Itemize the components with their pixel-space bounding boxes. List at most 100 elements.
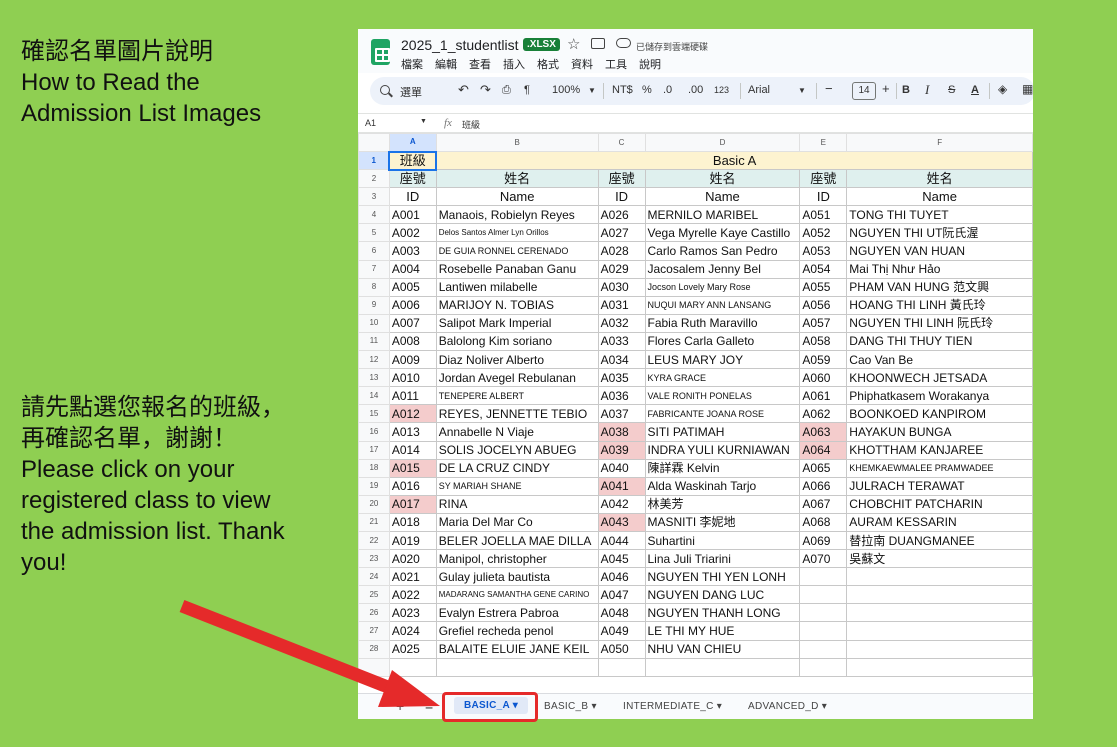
name-cell[interactable]: AURAM KESSARIN (846, 512, 1033, 532)
menu-edit[interactable]: 編輯 (435, 56, 457, 72)
currency-button[interactable]: NT$ (612, 84, 633, 96)
name-cell[interactable]: NGUYEN THI YEN LONH (644, 567, 801, 587)
name-cell[interactable]: MADARANG SAMANTHA GENE CARINO (435, 585, 599, 605)
row-number[interactable]: 14 (358, 386, 390, 406)
row-number[interactable]: 11 (358, 331, 390, 352)
name-cell[interactable]: SOLIS JOCELYN ABUEG (435, 440, 599, 460)
id-cell[interactable]: A064 (799, 440, 848, 460)
text-color-button[interactable]: A (971, 84, 979, 96)
row-number[interactable]: 3 (358, 187, 390, 207)
id-cell[interactable]: A060 (799, 368, 848, 388)
all-sheets-button[interactable]: ≡ (425, 697, 433, 713)
name-cell[interactable] (846, 639, 1033, 659)
id-en-header[interactable]: ID (597, 187, 646, 207)
seat-zh-header[interactable]: 座號 (799, 169, 848, 189)
id-cell[interactable]: A023 (388, 603, 437, 623)
id-cell[interactable]: A024 (388, 621, 437, 641)
menu-format[interactable]: 格式 (537, 56, 559, 72)
row-number[interactable]: 23 (358, 549, 390, 569)
id-cell[interactable]: A007 (388, 313, 437, 333)
name-cell[interactable]: Maria Del Mar Co (435, 512, 599, 532)
name-cell[interactable]: FABRICANTE JOANA ROSE (644, 404, 801, 424)
name-cell[interactable]: Manaois, Robielyn Reyes (435, 205, 599, 225)
id-cell[interactable]: A053 (799, 241, 848, 261)
name-cell[interactable]: INDRA YULI KURNIAWAN (644, 440, 801, 460)
name-cell[interactable]: Jordan Avegel Rebulanan (435, 368, 599, 388)
name-cell[interactable]: TONG THI TUYET (846, 205, 1033, 225)
name-cell[interactable]: Carlo Ramos San Pedro (644, 241, 801, 261)
name-cell[interactable]: Cao Van Be (846, 350, 1033, 370)
name-cell[interactable]: Mai Thị Như Hảo (846, 259, 1033, 279)
id-cell[interactable]: A031 (597, 295, 646, 315)
empty-cell[interactable] (597, 657, 646, 677)
id-cell[interactable]: A051 (799, 205, 848, 225)
menu-tools[interactable]: 工具 (605, 56, 627, 72)
name-cell[interactable]: Fabia Ruth Maravillo (644, 313, 801, 333)
id-cell[interactable]: A026 (597, 205, 646, 225)
row-number[interactable]: 4 (358, 205, 390, 225)
name-cell[interactable]: Phiphatkasem Worakanya (846, 386, 1033, 406)
name-en-header[interactable]: Name (846, 187, 1033, 207)
font-size-input[interactable]: 14 (852, 82, 876, 100)
name-cell[interactable]: RINA (435, 494, 599, 514)
name-cell[interactable]: NHU VAN CHIEU (644, 639, 801, 659)
row-number[interactable]: 2 (358, 169, 390, 189)
name-zh-header[interactable]: 姓名 (435, 169, 599, 189)
name-cell[interactable]: BALAITE ELUIE JANE KEIL (435, 639, 599, 659)
name-cell[interactable]: NGUYEN THANH LONG (644, 603, 801, 623)
name-cell[interactable]: DANG THI THUY TIEN (846, 331, 1033, 352)
name-cell[interactable]: REYES, JENNETTE TEBIO (435, 404, 599, 424)
menus-search[interactable]: 選單 (400, 84, 422, 100)
name-cell[interactable] (846, 585, 1033, 605)
name-cell[interactable]: Vega Myrelle Kaye Castillo (644, 223, 801, 243)
font-size-decrease[interactable]: − (825, 81, 833, 96)
bold-button[interactable]: B (902, 84, 910, 96)
id-cell[interactable]: A022 (388, 585, 437, 605)
name-cell[interactable]: Grefiel recheda penol (435, 621, 599, 641)
name-cell[interactable]: KHEMKAEWMALEE PRAMWADEE (846, 458, 1033, 478)
id-cell[interactable]: A057 (799, 313, 848, 333)
redo-icon[interactable]: ↷ (480, 82, 491, 98)
id-cell[interactable]: A034 (597, 350, 646, 370)
row-number[interactable]: 26 (358, 603, 390, 623)
name-cell[interactable]: NGUYEN DANG LUC (644, 585, 801, 605)
select-all-corner[interactable] (358, 133, 390, 152)
name-cell[interactable]: Jacosalem Jenny Bel (644, 259, 801, 279)
row-number[interactable]: 5 (358, 223, 390, 243)
id-cell[interactable]: A027 (597, 223, 646, 243)
row-number[interactable]: 16 (358, 422, 390, 442)
id-cell[interactable]: A016 (388, 476, 437, 496)
name-cell[interactable]: DE GUIA RONNEL CERENADO (435, 241, 599, 261)
id-cell[interactable]: A019 (388, 530, 437, 551)
column-header-b[interactable]: B (435, 133, 599, 152)
id-cell[interactable]: A011 (388, 386, 437, 406)
number-format-button[interactable]: 123 (714, 85, 729, 95)
column-header-f[interactable]: F (846, 133, 1033, 152)
id-cell[interactable]: A036 (597, 386, 646, 406)
paint-format-icon[interactable]: ¶ (524, 84, 530, 96)
id-cell[interactable]: A044 (597, 530, 646, 551)
id-cell[interactable]: A021 (388, 567, 437, 587)
id-cell[interactable]: A043 (597, 512, 646, 532)
id-cell[interactable]: A037 (597, 404, 646, 424)
id-cell[interactable]: A033 (597, 331, 646, 352)
name-zh-header[interactable]: 姓名 (644, 169, 801, 189)
name-cell[interactable]: MARIJOY N. TOBIAS (435, 295, 599, 315)
name-cell[interactable]: NGUYEN THI UT阮氏渥 (846, 223, 1033, 243)
font-select[interactable]: Arial (748, 84, 770, 96)
cloud-saved-icon[interactable] (616, 38, 631, 48)
name-cell[interactable]: KYRA GRACE (644, 368, 801, 388)
name-cell[interactable]: HOANG THI LINH 黃氏玲 (846, 295, 1033, 315)
name-cell[interactable]: Diaz Noliver Alberto (435, 350, 599, 370)
row-number[interactable]: 15 (358, 404, 390, 424)
name-cell[interactable]: SY MARIAH SHANE (435, 476, 599, 496)
name-cell[interactable]: Flores Carla Galleto (644, 331, 801, 352)
empty-cell[interactable] (799, 657, 848, 677)
name-zh-header[interactable]: 姓名 (846, 169, 1033, 189)
folder-icon[interactable] (591, 38, 605, 49)
id-cell[interactable]: A047 (597, 585, 646, 605)
id-cell[interactable]: A012 (388, 404, 437, 424)
column-header-a[interactable]: A (388, 133, 437, 152)
row-number[interactable]: 9 (358, 295, 390, 315)
name-cell[interactable]: MERNILO MARIBEL (644, 205, 801, 225)
